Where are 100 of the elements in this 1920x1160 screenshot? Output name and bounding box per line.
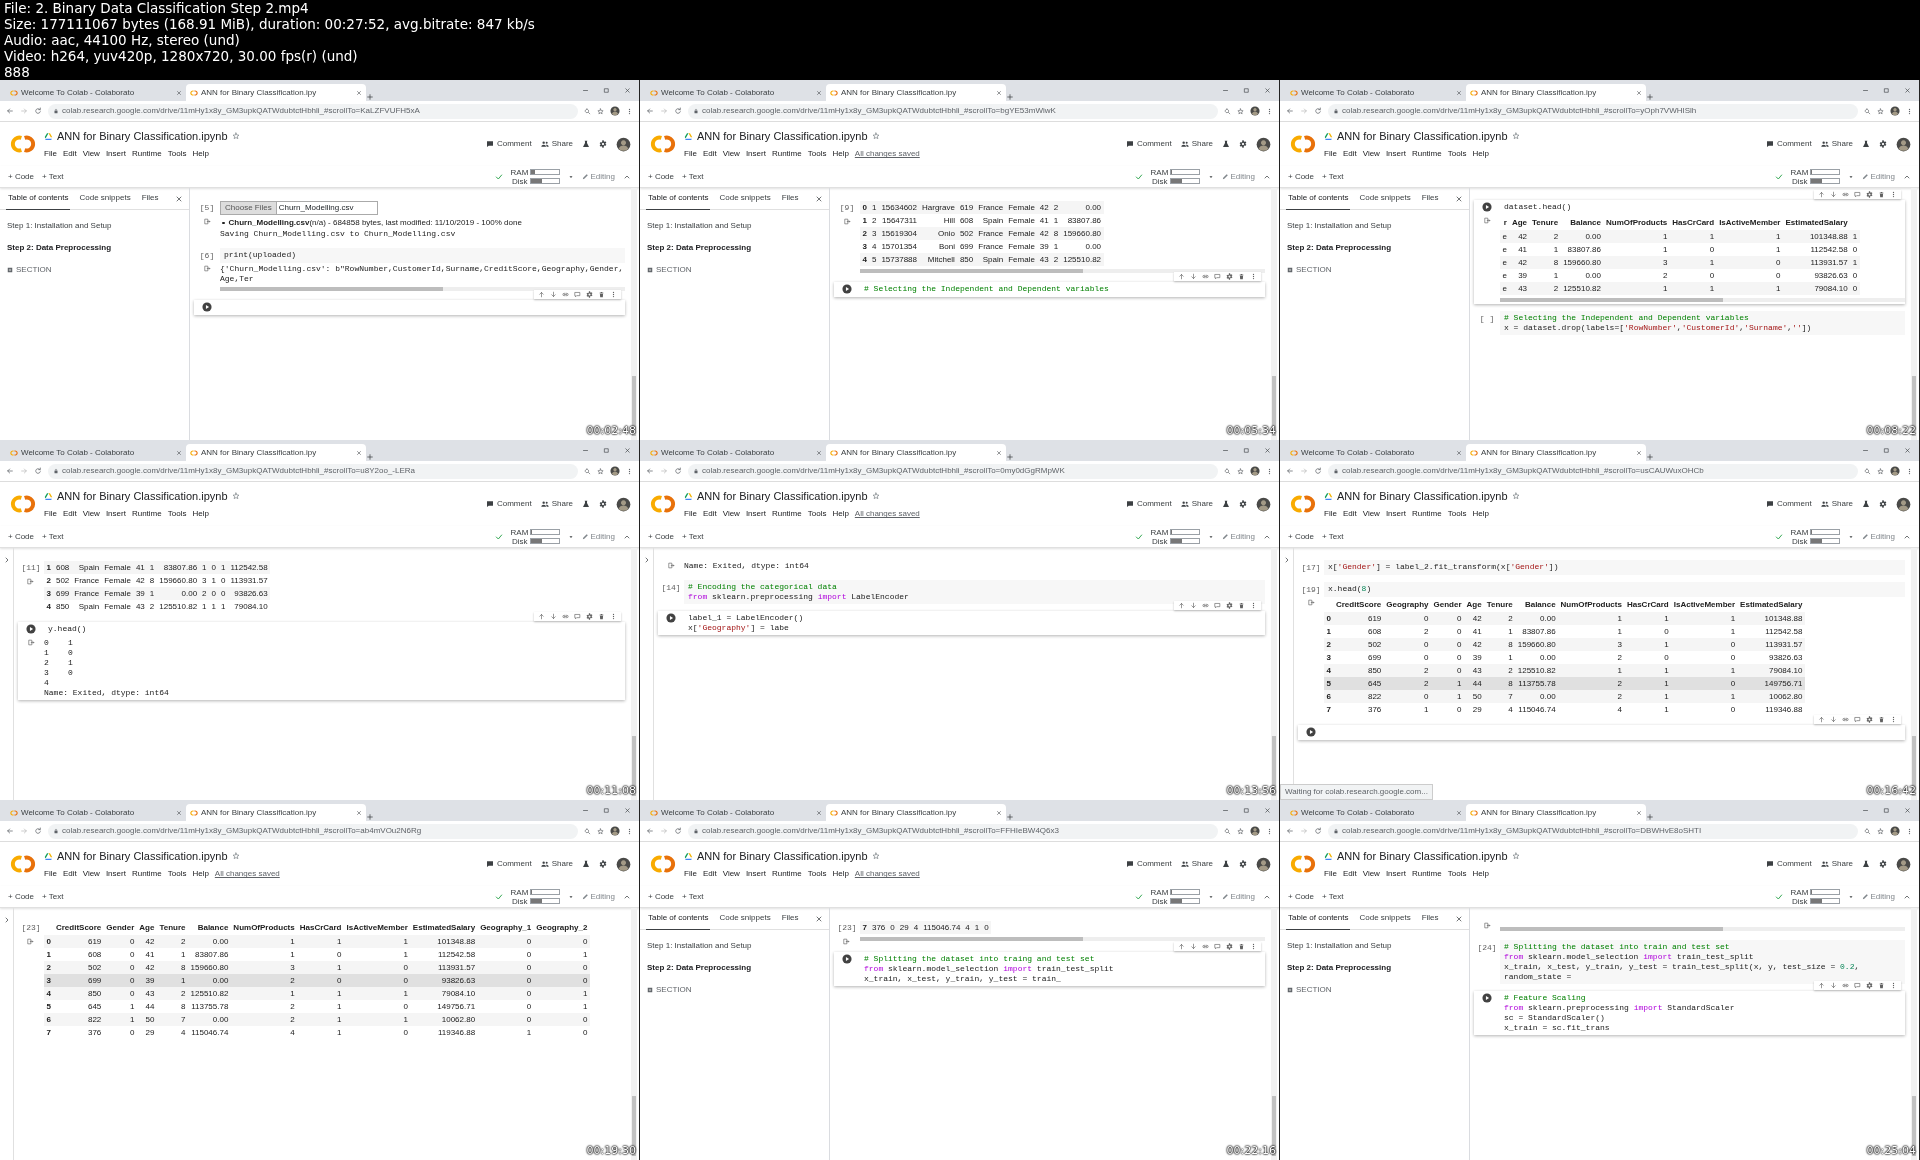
close-icon[interactable] <box>356 809 362 816</box>
back-icon[interactable] <box>646 467 654 475</box>
address-field[interactable]: colab.research.google.com/drive/11mHy1x8y_GM3upkQATWdubtctHbhli_#scrollTo=KaLZFVUFH5xA <box>48 103 578 119</box>
reload-icon[interactable] <box>674 827 682 835</box>
move-up-icon[interactable] <box>1178 602 1185 609</box>
insert-button[interactable]: + Text <box>42 530 64 543</box>
editing-button[interactable]: Editing <box>581 530 615 543</box>
minimize-icon[interactable] <box>582 807 589 814</box>
more-icon[interactable] <box>1250 602 1257 609</box>
insert-button[interactable]: + Code <box>648 170 675 183</box>
zoom-icon[interactable] <box>584 467 591 475</box>
maximize-icon[interactable] <box>1243 87 1250 94</box>
link-icon[interactable] <box>1842 716 1849 723</box>
comment-icon[interactable] <box>1214 602 1221 609</box>
browser-tab[interactable]: ANN for Binary Classification.ipy <box>186 444 366 461</box>
scrollbar[interactable] <box>860 269 1265 273</box>
menu-item[interactable]: View <box>1362 508 1380 521</box>
editing-button[interactable]: Editing <box>581 890 615 903</box>
run-button-icon[interactable] <box>26 624 36 634</box>
menu-item[interactable]: Help <box>832 508 849 521</box>
minimize-icon[interactable] <box>1862 807 1869 814</box>
menu-item[interactable]: View <box>1362 148 1380 161</box>
back-icon[interactable] <box>646 827 654 835</box>
sidebar-tab[interactable]: Files <box>1419 187 1441 210</box>
code-editor[interactable]: x.head(8) <box>1324 582 1905 597</box>
share-button[interactable]: Share <box>1820 138 1853 150</box>
code-editor[interactable]: dataset.head() <box>1500 200 1905 215</box>
code-editor[interactable]: # Selecting the Independent and Dependent variables x = dataset.drop(labels=['RowNumber','CustomerId','Surname','']) <box>1500 311 1905 335</box>
new-tab-icon[interactable] <box>1006 813 1014 821</box>
insert-button[interactable]: + Code <box>8 530 35 543</box>
menu-item[interactable]: View <box>82 148 100 161</box>
share-button[interactable]: Share <box>540 498 573 510</box>
more-icon[interactable] <box>610 613 617 620</box>
close-icon[interactable] <box>815 194 823 203</box>
new-tab-icon[interactable] <box>366 813 374 821</box>
move-down-icon[interactable] <box>1830 716 1837 723</box>
insert-button[interactable]: + Code <box>648 890 675 903</box>
close-icon[interactable] <box>1455 194 1463 203</box>
run-button-icon[interactable] <box>1306 727 1316 737</box>
close-icon[interactable] <box>356 449 362 456</box>
close-icon[interactable] <box>815 914 823 923</box>
menu-item[interactable]: Runtime <box>131 148 162 161</box>
sidebar-tab[interactable]: Table of contents <box>6 187 71 210</box>
link-icon[interactable] <box>1842 982 1849 989</box>
close-icon[interactable] <box>624 87 631 94</box>
star-icon[interactable] <box>231 492 240 500</box>
insert-button[interactable]: + Text <box>1322 530 1344 543</box>
menu-item[interactable]: View <box>82 868 100 881</box>
more-icon[interactable] <box>1890 191 1897 198</box>
close-icon[interactable] <box>1455 914 1463 923</box>
scrollbar[interactable] <box>220 287 625 291</box>
toc-item[interactable]: Step 2: Data Preprocessing <box>7 242 112 254</box>
close-icon[interactable] <box>1456 449 1462 456</box>
code-editor[interactable]: # Encoding the categorical data from sklearn.preprocessing import LabelEncoder <box>684 580 1265 604</box>
star-icon[interactable] <box>871 132 880 140</box>
output-icon[interactable] <box>203 218 211 225</box>
avatar-icon[interactable] <box>1250 106 1260 116</box>
avatar-icon[interactable] <box>1896 496 1911 512</box>
close-icon[interactable] <box>816 809 822 816</box>
settings-icon[interactable] <box>1866 716 1873 723</box>
back-icon[interactable] <box>1286 107 1294 115</box>
close-icon[interactable] <box>816 449 822 456</box>
notebook-title[interactable]: ANN for Binary Classification.ipynb <box>697 487 868 505</box>
menu-item[interactable]: Edit <box>62 148 77 161</box>
settings-icon[interactable] <box>586 613 593 620</box>
zoom-icon[interactable] <box>1864 827 1871 835</box>
back-icon[interactable] <box>6 827 14 835</box>
avatar-icon[interactable] <box>610 466 620 476</box>
toc-item[interactable]: Step 2: Data Preprocessing <box>647 242 752 254</box>
star-icon[interactable] <box>231 132 240 140</box>
editing-button[interactable]: Editing <box>1221 530 1255 543</box>
insert-button[interactable]: + Text <box>1322 890 1344 903</box>
insert-button[interactable]: + Code <box>1288 530 1315 543</box>
menu-item[interactable]: Help <box>192 148 209 161</box>
menu-item[interactable]: Runtime <box>131 868 162 881</box>
comment-button[interactable]: Comment <box>1765 498 1812 510</box>
star-icon[interactable] <box>1511 132 1520 140</box>
more-icon[interactable] <box>610 291 617 298</box>
output-icon[interactable] <box>27 639 35 646</box>
delete-icon[interactable] <box>598 291 605 298</box>
flask-icon[interactable] <box>1222 500 1230 508</box>
settings-icon[interactable] <box>1879 140 1887 148</box>
flask-icon[interactable] <box>582 140 590 148</box>
sidebar-tab[interactable]: Code snippets <box>77 187 133 210</box>
more-icon[interactable] <box>1906 467 1913 475</box>
new-tab-icon[interactable] <box>1646 813 1654 821</box>
sidebar-tab[interactable]: Files <box>1419 907 1441 930</box>
minimize-icon[interactable] <box>1222 447 1229 454</box>
run-button-icon[interactable] <box>1482 993 1492 1003</box>
browser-tab[interactable]: Welcome To Colab - Colaborato <box>646 444 826 461</box>
minimize-icon[interactable] <box>1862 87 1869 94</box>
output-icon[interactable] <box>1307 599 1315 606</box>
output-icon[interactable] <box>203 265 211 272</box>
insert-button[interactable]: + Text <box>682 890 704 903</box>
new-tab-icon[interactable] <box>1006 453 1014 461</box>
star-icon[interactable] <box>1877 467 1884 475</box>
link-icon[interactable] <box>562 613 569 620</box>
move-down-icon[interactable] <box>1190 602 1197 609</box>
maximize-icon[interactable] <box>603 807 610 814</box>
zoom-icon[interactable] <box>584 827 591 835</box>
